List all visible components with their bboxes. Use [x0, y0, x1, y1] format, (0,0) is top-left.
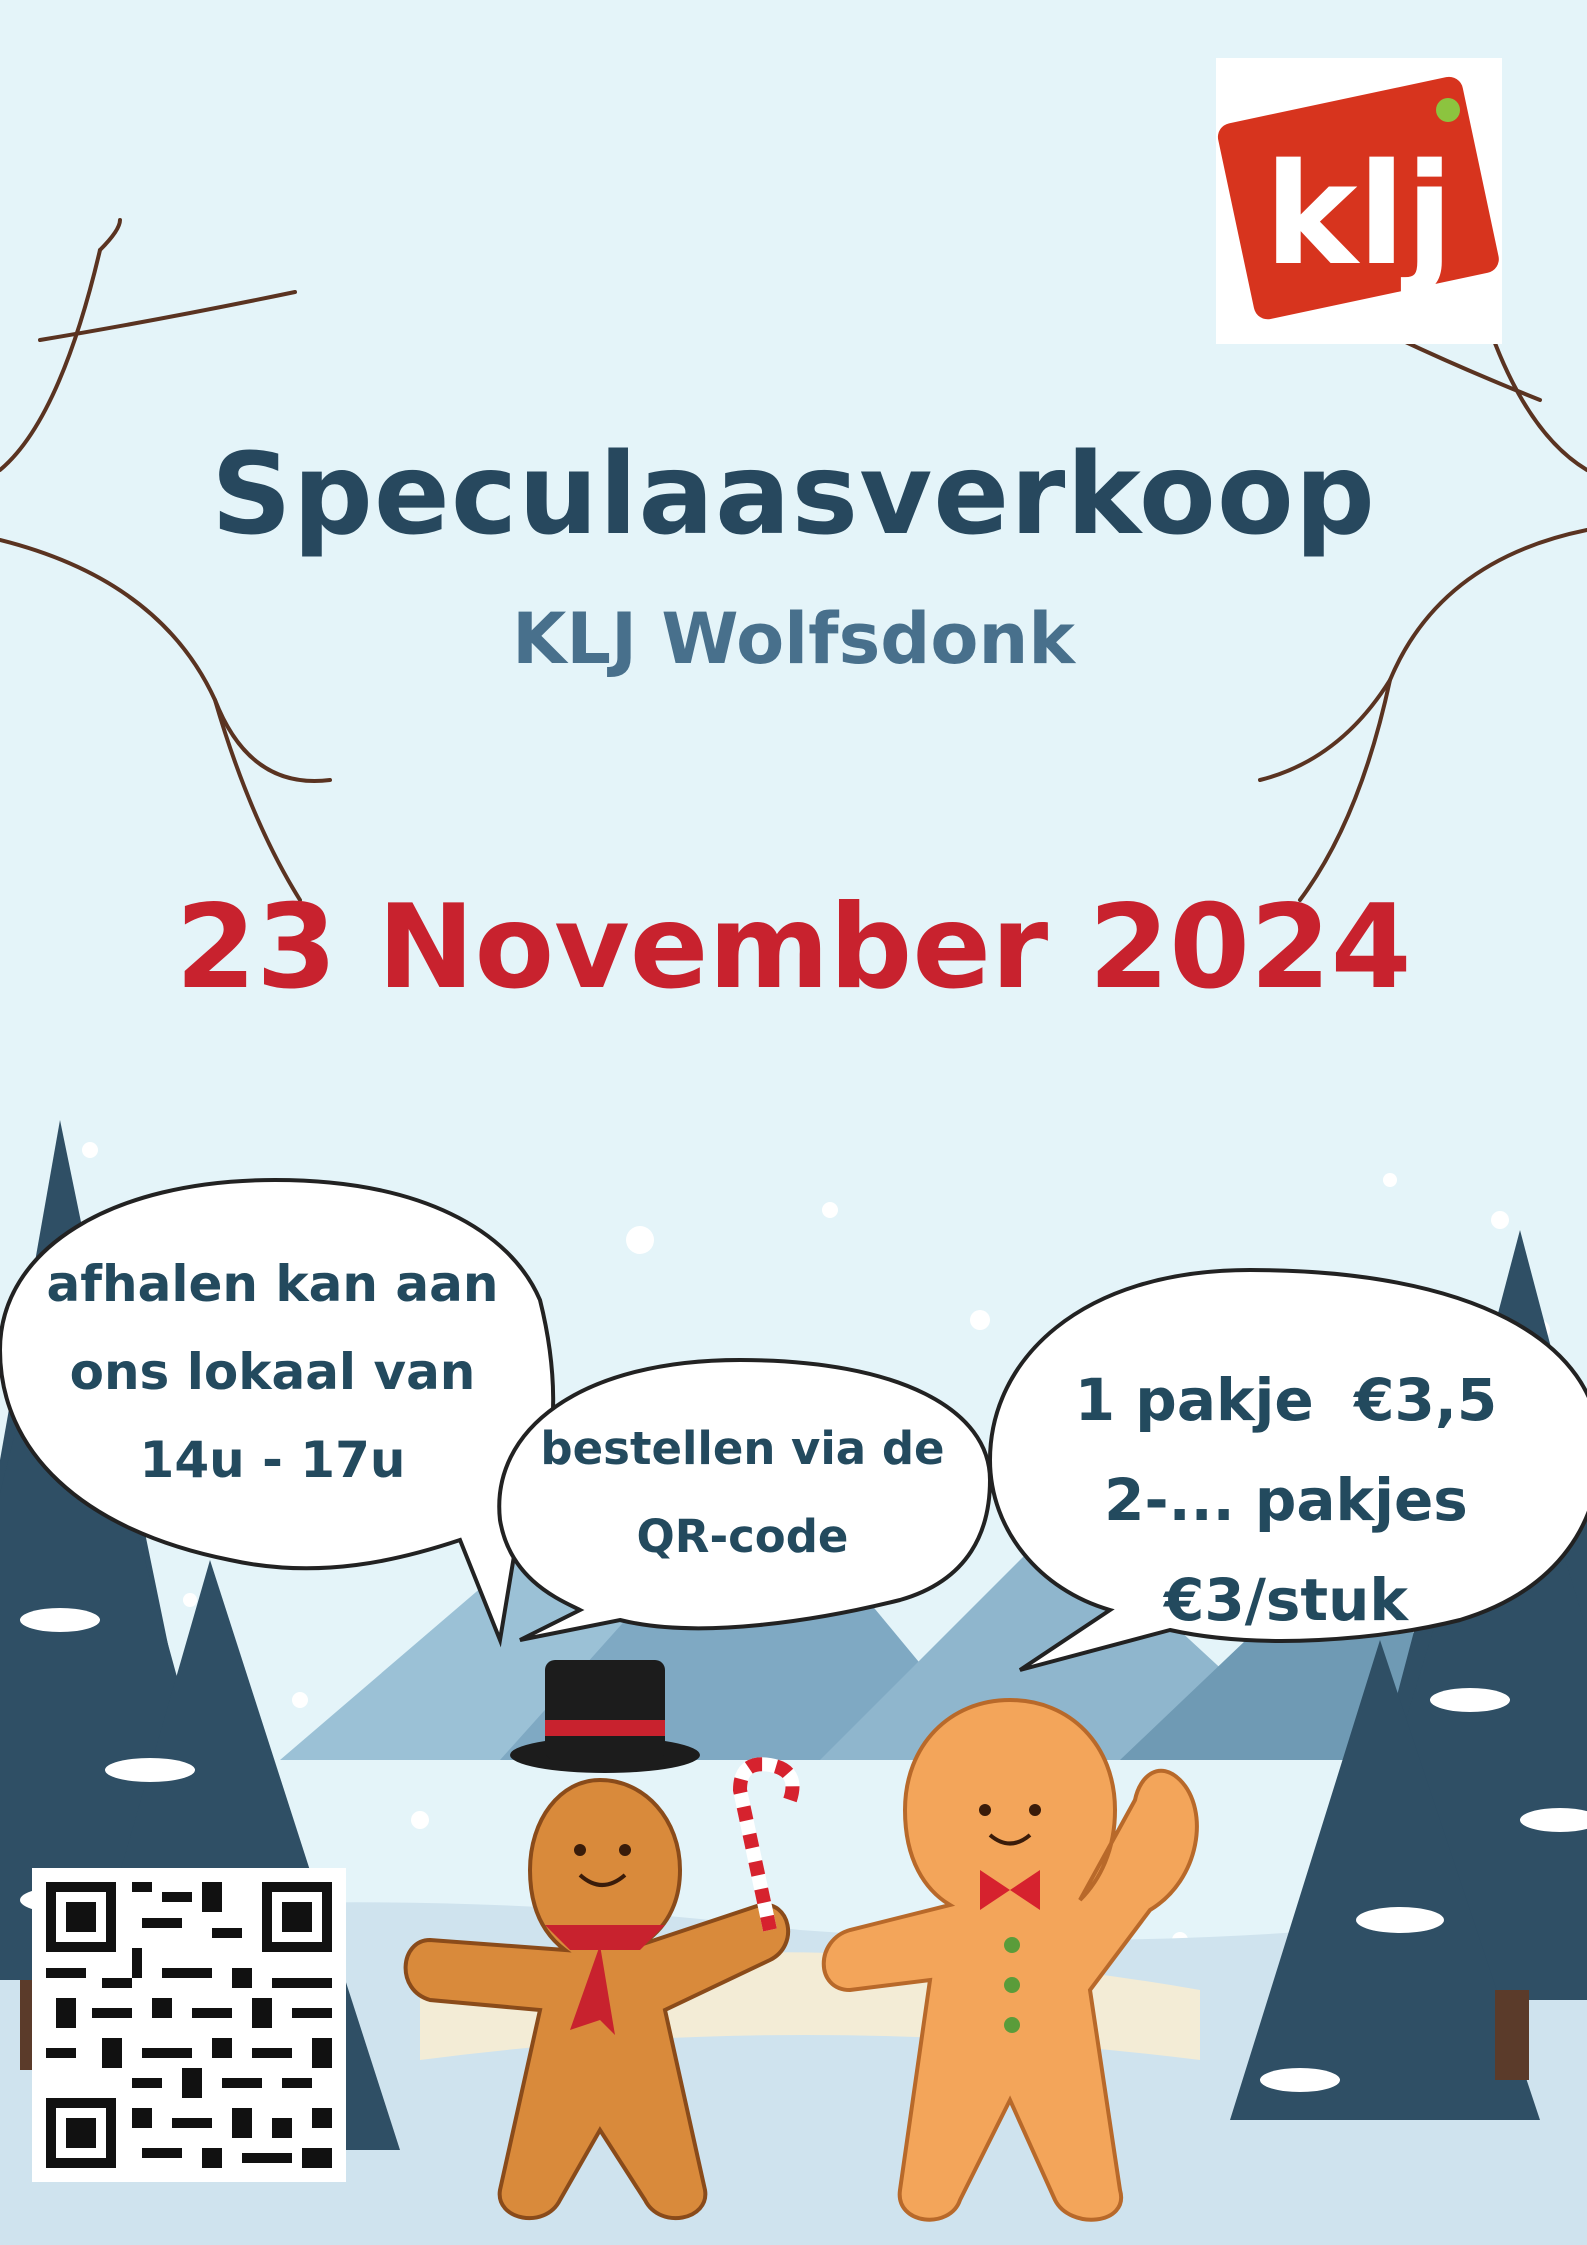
order-info: bestellen via de QR-code: [525, 1405, 960, 1581]
klj-logo: klj: [1216, 58, 1502, 344]
order-line: bestellen via de: [540, 1422, 945, 1475]
pickup-line: ons lokaal van: [69, 1343, 476, 1401]
price-line: 1 pakje €3,5: [1074, 1366, 1498, 1434]
pickup-info: afhalen kan aan ons lokaal van 14u - 17u: [20, 1240, 525, 1504]
svg-text:klj: klj: [1264, 134, 1453, 297]
event-date: 23 November 2024: [175, 880, 1412, 1015]
page-title: Speculaasverkoop: [211, 430, 1376, 560]
price-info: 1 pakje €3,5 2-... pakjes €3/stuk: [985, 1350, 1587, 1650]
pickup-line: afhalen kan aan: [46, 1255, 499, 1313]
price-line: 2-... pakjes €3/stuk: [1104, 1466, 1468, 1634]
order-line: QR-code: [636, 1510, 849, 1563]
klj-logo-mark: klj: [1217, 76, 1499, 320]
pickup-line: 14u - 17u: [139, 1431, 406, 1489]
qr-code-icon[interactable]: [32, 1868, 346, 2182]
qr-code-pattern: [46, 1882, 332, 2168]
page-subtitle: KLJ Wolfsdonk: [512, 598, 1075, 680]
